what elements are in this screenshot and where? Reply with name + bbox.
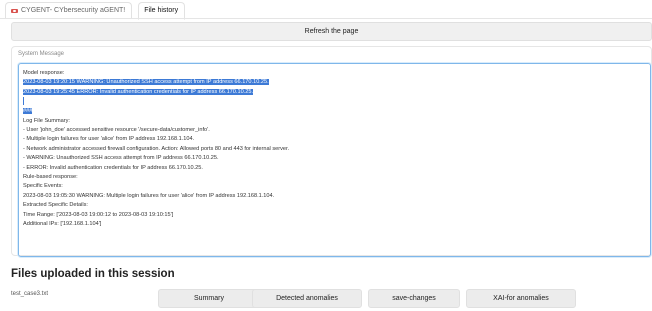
text-line: - User 'john_doe' accessed sensitive res… [23,126,210,133]
cygent-logo-icon [11,8,18,14]
tab-cygent-label: CYGENT- CYbersecurity aGENT! [21,7,126,14]
files-section-title: Files uploaded in this session [11,268,175,280]
text-line: - Multiple login failures for user 'alic… [23,136,195,143]
text-line: Additional IPs: ['192.168.1.104'] [23,220,102,227]
text-line: - WARNING: Unauthorized SSH access attem… [23,155,219,162]
detected-anomalies-button[interactable]: Detected anomalies [252,289,362,308]
text-line: 2023-08-03 19:05:30 WARNING: Multiple lo… [23,192,275,199]
text-line: Log File Summary: [23,117,70,124]
save-changes-button[interactable]: save-changes [368,289,460,308]
text-line-selected: 2023-08-03 19:25:45 ERROR: Invalid authe… [23,88,254,95]
system-message-label: System Message [18,51,65,57]
text-line: Extracted Specific Details: [23,202,88,209]
text-cursor [23,97,24,106]
text-line-selected: ### [23,108,33,115]
text-line: Specific Events: [23,183,63,190]
text-line: - ERROR: Invalid authentication credenti… [23,164,203,171]
summary-button[interactable]: Summary [158,289,260,308]
text-line: Time Range: ['2023-08-03 19:00:12 to 202… [23,211,174,218]
tab-divider [0,18,652,19]
tab-bar: CYGENT- CYbersecurity aGENT! File histor… [5,2,186,20]
tab-file-history-label: File history [144,7,179,14]
text-line: Rule-based response: [23,173,78,180]
text-cursor-line [23,97,646,107]
xai-for-anomalies-button[interactable]: XAI-for anomalies [466,289,576,308]
text-line: Model response: [23,70,65,76]
tab-cygent[interactable]: CYGENT- CYbersecurity aGENT! [5,2,133,19]
uploaded-file-name: test_case3.txt [11,291,49,297]
text-line: - Network administrator accessed firewal… [23,145,290,152]
system-message-panel: System Message Model response: 2023-08-0… [11,46,652,257]
text-line-selected: 2023-08-03 19:20:15 WARNING: Unauthorize… [23,79,269,86]
system-message-textbox[interactable]: Model response: 2023-08-03 19:20:15 WARN… [18,63,651,257]
refresh-button[interactable]: Refresh the page [11,22,652,41]
